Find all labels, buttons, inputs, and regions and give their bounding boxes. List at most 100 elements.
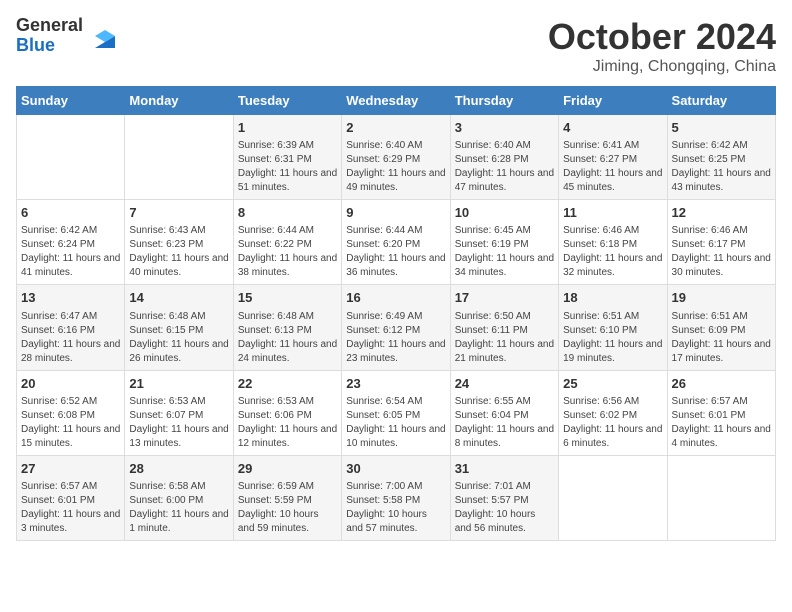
day-info: Sunrise: 6:44 AM Sunset: 6:20 PM Dayligh… [346, 224, 445, 280]
weekday-header: Wednesday [342, 87, 450, 115]
day-number: 14 [129, 289, 228, 307]
day-number: 23 [346, 375, 445, 393]
day-info: Sunrise: 6:41 AM Sunset: 6:27 PM Dayligh… [563, 139, 662, 195]
calendar-cell: 5 Sunrise: 6:42 AM Sunset: 6:25 PM Daylig… [667, 115, 775, 200]
calendar-cell: 2Sunrise: 6:40 AM Sunset: 6:29 PM Daylig… [342, 115, 450, 200]
calendar-cell: 30 Sunrise: 7:00 AM Sunset: 5:58 PM Dayli… [342, 455, 450, 540]
calendar-cell: 20Sunrise: 6:52 AM Sunset: 6:08 PM Dayli… [17, 370, 125, 455]
calendar-cell: 18 Sunrise: 6:51 AM Sunset: 6:10 PM Dayli… [559, 285, 667, 370]
day-info: Sunrise: 6:52 AM Sunset: 6:08 PM Dayligh… [21, 395, 120, 451]
day-info: Sunrise: 6:47 AM Sunset: 6:16 PM Dayligh… [21, 310, 120, 366]
day-number: 28 [129, 460, 228, 478]
calendar-cell: 22Sunrise: 6:53 AM Sunset: 6:06 PM Dayli… [233, 370, 341, 455]
calendar-cell: 6Sunrise: 6:42 AM Sunset: 6:24 PM Daylig… [17, 200, 125, 285]
day-info: Sunrise: 6:44 AM Sunset: 6:22 PM Dayligh… [238, 224, 337, 280]
day-info: Sunrise: 6:53 AM Sunset: 6:07 PM Dayligh… [129, 395, 228, 451]
calendar-cell: 26Sunrise: 6:57 AM Sunset: 6:01 PM Dayli… [667, 370, 775, 455]
calendar-cell: 31Sunrise: 7:01 AM Sunset: 5:57 PM Dayli… [450, 455, 558, 540]
day-info: Sunrise: 6:39 AM Sunset: 6:31 PM Dayligh… [238, 139, 337, 195]
calendar-cell: 24 Sunrise: 6:55 AM Sunset: 6:04 PM Dayli… [450, 370, 558, 455]
day-number: 24 [455, 375, 554, 393]
calendar-cell: 14 Sunrise: 6:48 AM Sunset: 6:15 PM Dayli… [125, 285, 233, 370]
calendar-cell: 17 Sunrise: 6:50 AM Sunset: 6:11 PM Dayli… [450, 285, 558, 370]
weekday-header: Tuesday [233, 87, 341, 115]
day-number: 11 [563, 204, 662, 222]
day-number: 31 [455, 460, 554, 478]
calendar-cell: 25 Sunrise: 6:56 AM Sunset: 6:02 PM Dayli… [559, 370, 667, 455]
day-number: 19 [672, 289, 771, 307]
day-number: 25 [563, 375, 662, 393]
calendar-week-row: 20Sunrise: 6:52 AM Sunset: 6:08 PM Dayli… [17, 370, 776, 455]
day-number: 29 [238, 460, 337, 478]
month-title: October 2024 [548, 16, 776, 58]
calendar-cell: 3 Sunrise: 6:40 AM Sunset: 6:28 PM Daylig… [450, 115, 558, 200]
calendar-table: SundayMondayTuesdayWednesdayThursdayFrid… [16, 86, 776, 541]
calendar-cell: 27Sunrise: 6:57 AM Sunset: 6:01 PM Dayli… [17, 455, 125, 540]
weekday-header: Friday [559, 87, 667, 115]
weekday-header: Thursday [450, 87, 558, 115]
day-number: 6 [21, 204, 120, 222]
day-number: 22 [238, 375, 337, 393]
day-number: 4 [563, 119, 662, 137]
calendar-cell [17, 115, 125, 200]
day-info: Sunrise: 6:51 AM Sunset: 6:09 PM Dayligh… [672, 310, 771, 366]
day-info: Sunrise: 6:43 AM Sunset: 6:23 PM Dayligh… [129, 224, 228, 280]
calendar-cell: 23 Sunrise: 6:54 AM Sunset: 6:05 PM Dayli… [342, 370, 450, 455]
calendar-cell: 7 Sunrise: 6:43 AM Sunset: 6:23 PM Daylig… [125, 200, 233, 285]
day-number: 16 [346, 289, 445, 307]
page-header: General Blue October 2024 Jiming, Chongq… [16, 16, 776, 76]
day-number: 9 [346, 204, 445, 222]
day-number: 30 [346, 460, 445, 478]
title-block: October 2024 Jiming, Chongqing, China [548, 16, 776, 76]
day-info: Sunrise: 6:49 AM Sunset: 6:12 PM Dayligh… [346, 310, 445, 366]
day-number: 3 [455, 119, 554, 137]
weekday-header-row: SundayMondayTuesdayWednesdayThursdayFrid… [17, 87, 776, 115]
day-number: 1 [238, 119, 337, 137]
day-info: Sunrise: 6:51 AM Sunset: 6:10 PM Dayligh… [563, 310, 662, 366]
day-number: 7 [129, 204, 228, 222]
calendar-cell: 21 Sunrise: 6:53 AM Sunset: 6:07 PM Dayli… [125, 370, 233, 455]
day-number: 15 [238, 289, 337, 307]
day-info: Sunrise: 6:45 AM Sunset: 6:19 PM Dayligh… [455, 224, 554, 280]
calendar-cell: 15 Sunrise: 6:48 AM Sunset: 6:13 PM Dayli… [233, 285, 341, 370]
day-info: Sunrise: 6:55 AM Sunset: 6:04 PM Dayligh… [455, 395, 554, 451]
calendar-cell [667, 455, 775, 540]
day-info: Sunrise: 7:00 AM Sunset: 5:58 PM Dayligh… [346, 480, 445, 536]
calendar-cell: 12 Sunrise: 6:46 AM Sunset: 6:17 PM Dayli… [667, 200, 775, 285]
logo: General Blue [16, 16, 119, 56]
weekday-header: Sunday [17, 87, 125, 115]
day-number: 2 [346, 119, 445, 137]
weekday-header: Saturday [667, 87, 775, 115]
day-info: Sunrise: 6:50 AM Sunset: 6:11 PM Dayligh… [455, 310, 554, 366]
weekday-header: Monday [125, 87, 233, 115]
day-info: Sunrise: 6:58 AM Sunset: 6:00 PM Dayligh… [129, 480, 228, 536]
day-info: Sunrise: 6:59 AM Sunset: 5:59 PM Dayligh… [238, 480, 337, 536]
calendar-cell: 29 Sunrise: 6:59 AM Sunset: 5:59 PM Dayli… [233, 455, 341, 540]
calendar-cell: 11 Sunrise: 6:46 AM Sunset: 6:18 PM Dayli… [559, 200, 667, 285]
day-number: 21 [129, 375, 228, 393]
calendar-cell: 19 Sunrise: 6:51 AM Sunset: 6:09 PM Dayli… [667, 285, 775, 370]
day-number: 27 [21, 460, 120, 478]
calendar-cell: 9 Sunrise: 6:44 AM Sunset: 6:20 PM Daylig… [342, 200, 450, 285]
day-info: Sunrise: 6:40 AM Sunset: 6:28 PM Dayligh… [455, 139, 554, 195]
day-info: Sunrise: 6:48 AM Sunset: 6:15 PM Dayligh… [129, 310, 228, 366]
day-info: Sunrise: 6:56 AM Sunset: 6:02 PM Dayligh… [563, 395, 662, 451]
day-number: 12 [672, 204, 771, 222]
calendar-cell: 28 Sunrise: 6:58 AM Sunset: 6:00 PM Dayli… [125, 455, 233, 540]
logo-blue: Blue [16, 35, 55, 55]
day-info: Sunrise: 6:54 AM Sunset: 6:05 PM Dayligh… [346, 395, 445, 451]
calendar-cell [125, 115, 233, 200]
day-info: Sunrise: 6:46 AM Sunset: 6:17 PM Dayligh… [672, 224, 771, 280]
day-info: Sunrise: 6:48 AM Sunset: 6:13 PM Dayligh… [238, 310, 337, 366]
day-info: Sunrise: 6:42 AM Sunset: 6:25 PM Dayligh… [672, 139, 771, 195]
logo-icon [87, 20, 119, 52]
day-number: 5 [672, 119, 771, 137]
day-info: Sunrise: 6:46 AM Sunset: 6:18 PM Dayligh… [563, 224, 662, 280]
calendar-cell: 13Sunrise: 6:47 AM Sunset: 6:16 PM Dayli… [17, 285, 125, 370]
logo-general: General [16, 15, 83, 35]
day-number: 18 [563, 289, 662, 307]
day-number: 17 [455, 289, 554, 307]
calendar-cell: 1 Sunrise: 6:39 AM Sunset: 6:31 PM Daylig… [233, 115, 341, 200]
calendar-cell: 10Sunrise: 6:45 AM Sunset: 6:19 PM Dayli… [450, 200, 558, 285]
calendar-week-row: 13Sunrise: 6:47 AM Sunset: 6:16 PM Dayli… [17, 285, 776, 370]
